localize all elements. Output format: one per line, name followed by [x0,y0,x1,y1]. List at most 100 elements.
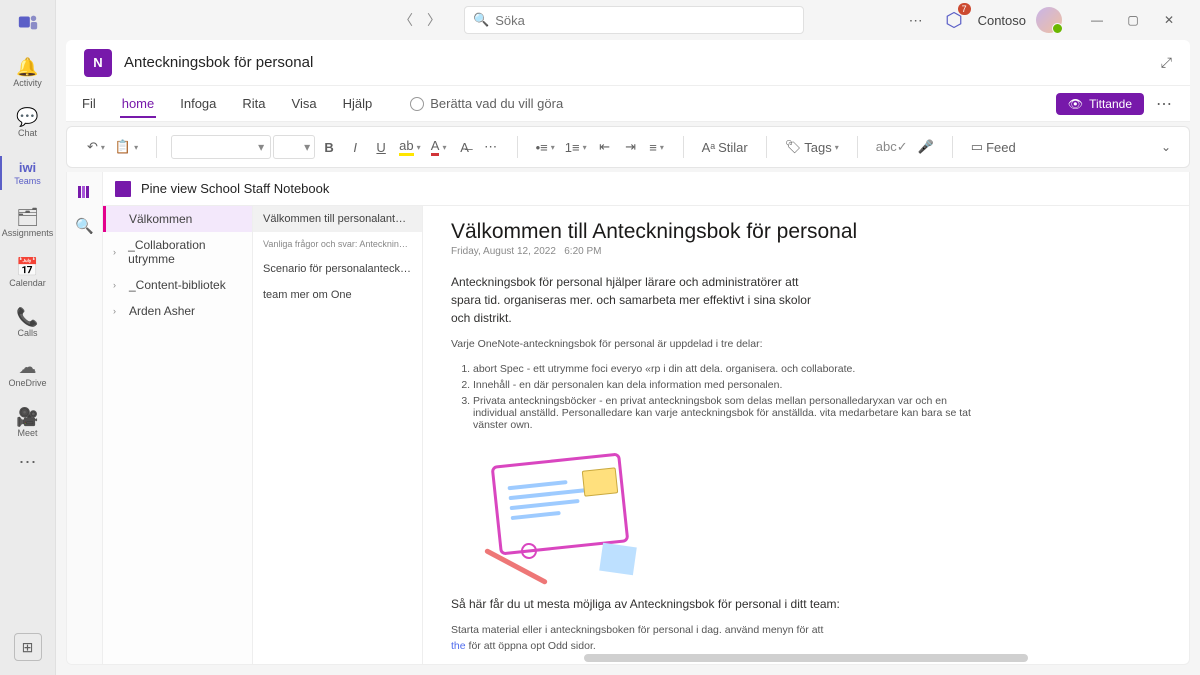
tell-me-search[interactable]: Berätta vad du vill göra [410,96,563,111]
video-icon: 🎥 [16,408,38,426]
search-notes-button[interactable]: 🔍 [75,216,95,236]
viewing-mode-button[interactable]: 👁 Tittande [1056,93,1144,115]
list-item: abort Spec - ett utrymme foci everyo «rp… [473,363,971,375]
window-minimize-button[interactable]: — [1080,6,1114,34]
rail-more[interactable]: ⋯ [19,452,37,473]
spellcheck-icon: abc✓ [876,139,908,155]
rail-assignments[interactable]: 🗂Assignments [0,198,56,248]
undo-icon: ↶ [87,139,98,155]
highlight-button[interactable]: ab▾ [395,133,424,161]
chevron-right-icon: › [113,280,121,290]
page-list: Välkommen till personalanteckning Vanlig… [253,206,423,664]
teams-logo-icon [14,8,42,36]
notebooks-icon[interactable] [75,182,95,202]
rail-activity[interactable]: 🔔Activity [0,48,56,98]
rail-teams[interactable]: iwiTeams [0,148,56,198]
page-item[interactable]: team mer om One [253,282,422,308]
more-font-button[interactable]: ⋯ [479,133,503,161]
notification-badge: 7 [958,3,971,15]
notebook-title-bar[interactable]: Pine view School Staff Notebook [103,172,1189,206]
nav-forward-button[interactable]: 〉 [422,8,446,32]
ribbon-more-button[interactable]: ⋯ [1152,94,1176,114]
list-item: Innehåll - en där personalen kan dela in… [473,379,971,391]
styles-button[interactable]: AᵃStilar [698,133,752,161]
undo-button[interactable]: ↶▾ [83,133,109,161]
search-input[interactable] [495,13,795,28]
more-options-button[interactable]: ⋯ [902,6,930,34]
tab-home[interactable]: home [120,90,157,117]
tags-button[interactable]: 🏷Tags▾ [781,133,843,161]
page-timestamp: Friday, August 12, 2022 6:20 PM [451,246,1161,257]
nav-back-button[interactable]: 〈 [394,8,418,32]
rail-label: Calls [17,328,37,338]
assignments-icon: 🗂 [16,208,39,226]
org-name: Contoso [978,13,1026,28]
outdent-button[interactable]: ⇤ [593,133,617,161]
tags-label: Tags [804,140,831,155]
user-avatar[interactable] [1036,7,1062,33]
rail-chat[interactable]: 💬Chat [0,98,56,148]
rail-meet[interactable]: 🎥Meet [0,398,56,448]
page-item[interactable]: Vanliga frågor och svar: Anteckningsbok … [253,232,422,256]
indent-button[interactable]: ⇥ [619,133,643,161]
bold-button[interactable]: B [317,133,341,161]
font-color-button[interactable]: A▾ [427,133,451,161]
spellcheck-button[interactable]: abc✓ [872,133,912,161]
rail-label: Chat [18,128,37,138]
section-label: _Content-bibliotek [129,278,226,292]
page-item[interactable]: Välkommen till personalanteckning [253,206,422,232]
styles-icon: Aᵃ [702,140,716,155]
section-item-collab[interactable]: ›_Collaboration utrymme [103,232,252,272]
tab-insert[interactable]: Infoga [178,90,218,117]
clear-format-button[interactable]: A̶ [453,133,477,161]
section-item-content[interactable]: › _Content-bibliotek [103,272,252,298]
align-button[interactable]: ≡▾ [645,133,669,161]
window-close-button[interactable]: ✕ [1152,6,1186,34]
list-item: Privata anteckningsböcker - en privat an… [473,395,971,431]
numbering-button[interactable]: 1≡▾ [561,133,591,161]
font-color-icon: A [431,138,440,156]
underline-button[interactable]: U [369,133,393,161]
ribbon-tabs: Fil home Infoga Rita Visa Hjälp Berätta … [66,86,1190,122]
page-body: Anteckningsbok för personal hjälper lära… [451,273,971,664]
collapse-ribbon-button[interactable]: ⌄ [1153,140,1179,154]
tab-file[interactable]: Fil [80,90,98,117]
phone-icon: 📞 [16,308,38,326]
rail-calendar[interactable]: 📅Calendar [0,248,56,298]
bullets-button[interactable]: •≡▾ [532,133,559,161]
page-canvas[interactable]: Välkommen till Anteckningsbok för person… [423,206,1189,664]
feed-label: Feed [986,140,1016,155]
lightbulb-icon [410,97,424,111]
org-switcher-button[interactable]: 7 [940,6,968,34]
rail-apps-button[interactable]: ⊞ [14,633,42,661]
rail-calls[interactable]: 📞 Calls [0,298,56,348]
clipboard-button[interactable]: 📋▾ [111,133,142,161]
underline-icon: U [376,140,385,155]
italic-icon: I [353,140,357,155]
page-item[interactable]: Scenario för personalanteckningsbok… [253,256,422,282]
feed-button[interactable]: ▭Feed [967,133,1020,161]
eraser-icon: A̶ [460,140,469,155]
window-maximize-button[interactable]: ▢ [1116,6,1150,34]
section-label: Välkommen [129,212,192,226]
search-box[interactable]: 🔍 [464,6,804,34]
search-icon: 🔍 [473,12,489,28]
font-selector[interactable]: ▾ [171,135,271,159]
ribbon-toolbar: ↶▾ 📋▾ ▾ ▾ B I U ab▾ A▾ A̶ ⋯ •≡▾ 1≡▾ ⇤ ⇥ [66,126,1190,168]
section-item-arden[interactable]: ›Arden Asher [103,298,252,324]
notebook-icon [115,181,131,197]
section-label: _Collaboration utrymme [128,238,242,266]
tab-help[interactable]: Hjälp [341,90,375,117]
expand-button[interactable]: ⤢ [1161,54,1172,71]
tab-view[interactable]: Visa [290,90,319,117]
rail-label: Calendar [9,278,46,288]
tab-draw[interactable]: Rita [240,90,267,117]
notebook-title: Pine view School Staff Notebook [141,181,329,196]
horizontal-scrollbar[interactable] [584,654,1028,662]
font-size-selector[interactable]: ▾ [273,135,315,159]
section-list: Välkommen ›_Collaboration utrymme › _Cont… [103,206,253,664]
dictate-button[interactable]: 🎤 [914,133,938,161]
rail-onedrive[interactable]: ☁OneDrive [0,348,56,398]
section-item-valkommen[interactable]: Välkommen [103,206,252,232]
italic-button[interactable]: I [343,133,367,161]
